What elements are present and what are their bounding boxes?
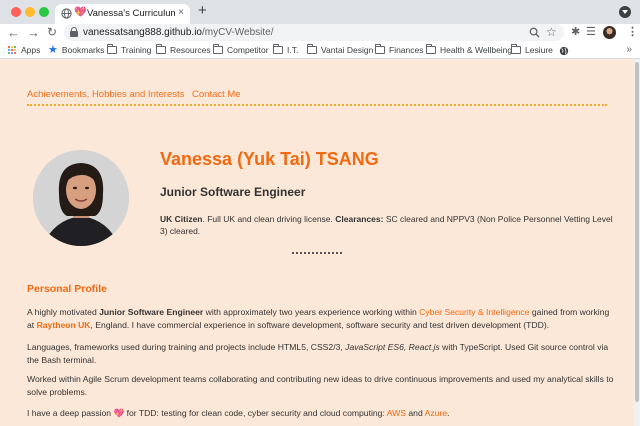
divider <box>27 104 607 106</box>
bookmark-bookmarks[interactable]: ★ Bookmarks <box>48 44 104 56</box>
bookmark-label: Training <box>121 45 152 55</box>
bookmark-lesiure[interactable]: Lesiure <box>511 44 553 56</box>
bookmark-label: Competitor <box>227 45 269 55</box>
globe-icon <box>61 8 72 19</box>
nav-link-achievements[interactable]: Achievements, Hobbies and Interests <box>27 89 184 100</box>
tab-strip: 💖 Vanessa's Curriculum Vitae × + <box>0 0 640 24</box>
profile-photo <box>33 150 129 246</box>
minimize-window-button[interactable] <box>25 7 35 17</box>
text: and <box>406 408 425 418</box>
heart-icon: 💖 <box>74 7 87 18</box>
more-bookmarks-icon[interactable]: » <box>626 44 632 56</box>
browser-toolbar: ← → ↻ vanessatsang888.github.io/myCV-Web… <box>0 24 640 42</box>
heart-icon: 💖 <box>113 408 125 418</box>
profile-paragraph-1: A highly motivated Junior Software Engin… <box>27 306 617 331</box>
clearances-label: Clearances: <box>335 214 384 224</box>
lock-icon[interactable] <box>70 27 78 37</box>
tab-title: Vanessa's Curriculum Vitae <box>87 8 175 19</box>
bookmark-training[interactable]: Training <box>107 44 151 56</box>
cv-page: Achievements, Hobbies and Interests Cont… <box>0 59 634 426</box>
profile-paragraph-3: Worked within Agile Scrum development te… <box>27 374 614 397</box>
text: . <box>447 408 450 418</box>
personal-profile-heading: Personal Profile <box>27 283 107 295</box>
url-path: /myCV-Website/ <box>201 27 274 38</box>
citizen-label: UK Citizen <box>160 214 203 224</box>
bookmark-apps[interactable]: Apps <box>8 44 40 56</box>
bookmark-label: Bookmarks <box>61 45 105 55</box>
raytheon-link[interactable]: Raytheon UK <box>37 320 91 330</box>
bookmark-competitor[interactable]: Competitor <box>213 44 269 56</box>
address-bar[interactable]: vanessatsang888.github.io/myCV-Website/ … <box>64 24 564 41</box>
job-title: Junior Software Engineer <box>160 185 306 199</box>
close-tab-icon[interactable]: × <box>178 7 184 19</box>
bookmark-label: Apps <box>21 45 41 55</box>
back-button[interactable]: ← <box>7 25 20 40</box>
role-emphasis: Junior Software Engineer <box>99 307 204 317</box>
page-nav: Achievements, Hobbies and Interests Cont… <box>27 89 246 100</box>
close-window-button[interactable] <box>11 7 21 17</box>
url-host: vanessatsang888.github.io <box>83 27 202 38</box>
profile-paragraph-2: Languages, frameworks used during traini… <box>27 341 617 366</box>
extensions-icon[interactable]: ✱ <box>571 25 580 40</box>
maximize-window-button[interactable] <box>39 7 49 17</box>
folder-icon <box>426 44 436 54</box>
bookmark-label: Health & Wellbeing <box>440 45 513 55</box>
star-icon: ★ <box>48 44 58 56</box>
bookmark-resources[interactable]: Resources <box>156 44 211 56</box>
bookmark-label: Finances <box>389 45 424 55</box>
bookmark-label: Lesiure <box>525 45 553 55</box>
folder-icon <box>156 44 166 54</box>
page-title: Vanessa (Yuk Tai) TSANG <box>160 149 379 169</box>
text: , England. I have commercial experience … <box>90 319 550 330</box>
reload-button[interactable]: ↻ <box>47 25 57 40</box>
aws-link[interactable]: AWS <box>387 408 406 418</box>
folder-icon <box>511 44 521 54</box>
folder-icon <box>375 44 385 54</box>
url-text[interactable]: vanessatsang888.github.io/myCV-Website/ <box>83 27 273 38</box>
apps-grid-icon <box>8 45 17 55</box>
folder-icon <box>307 44 317 54</box>
nav-link-contact[interactable]: Contact Me <box>192 89 241 100</box>
bookmark-label: Resources <box>170 45 211 55</box>
reading-list-icon[interactable]: ☰ <box>586 25 596 40</box>
azure-link[interactable]: Azure <box>425 408 447 418</box>
bookmarks-bar: Apps ★ Bookmarks Training Resources Comp… <box>0 42 640 59</box>
folder-icon <box>213 44 223 54</box>
bookmark-vantai-design[interactable]: Vantai Design <box>307 44 373 56</box>
bookmark-it[interactable]: I.T. <box>273 44 298 56</box>
text: for TDD: testing for clean code, cyber s… <box>124 408 387 418</box>
folder-icon <box>273 44 283 54</box>
bookmark-label: I.T. <box>287 45 299 55</box>
frameworks-emphasis: JavaScript ES6, React.js <box>345 342 440 352</box>
text: with approximately two years experience … <box>203 307 420 317</box>
bookmark-finances[interactable]: Finances <box>375 44 424 56</box>
scrollbar-thumb[interactable] <box>635 62 639 402</box>
short-divider <box>292 252 342 254</box>
page-scrollbar[interactable] <box>634 59 640 426</box>
text: I have a deep passion <box>27 408 114 418</box>
bookmark-health-wellbeing[interactable]: Health & Wellbeing <box>426 44 512 56</box>
bookmark-star-icon[interactable]: ☆ <box>546 24 557 41</box>
text: Languages, frameworks used during traini… <box>27 342 346 352</box>
text: A highly motivated <box>27 307 100 317</box>
clearance-text: UK Citizen. Full UK and clean driving li… <box>160 213 615 237</box>
browser-tab[interactable]: 💖 Vanessa's Curriculum Vitae × <box>55 4 190 24</box>
profile-paragraph-4: I have a deep passion 💖 for TDD: testing… <box>27 407 617 420</box>
cyber-security-link[interactable]: Cyber Security & Intelligence <box>419 307 529 317</box>
citizen-text: . Full UK and clean driving license. <box>202 214 336 224</box>
new-tab-button[interactable]: + <box>198 3 207 19</box>
bookmark-label: Vantai Design <box>321 45 374 55</box>
globe-icon[interactable] <box>559 45 569 57</box>
tab-search-icon[interactable] <box>619 6 631 18</box>
browser-menu-icon[interactable]: ⋮ <box>627 25 638 40</box>
profile-avatar[interactable] <box>603 26 616 39</box>
portrait-image <box>33 150 129 246</box>
zoom-icon[interactable] <box>529 27 540 38</box>
forward-button[interactable]: → <box>27 25 40 40</box>
folder-icon <box>107 44 117 54</box>
